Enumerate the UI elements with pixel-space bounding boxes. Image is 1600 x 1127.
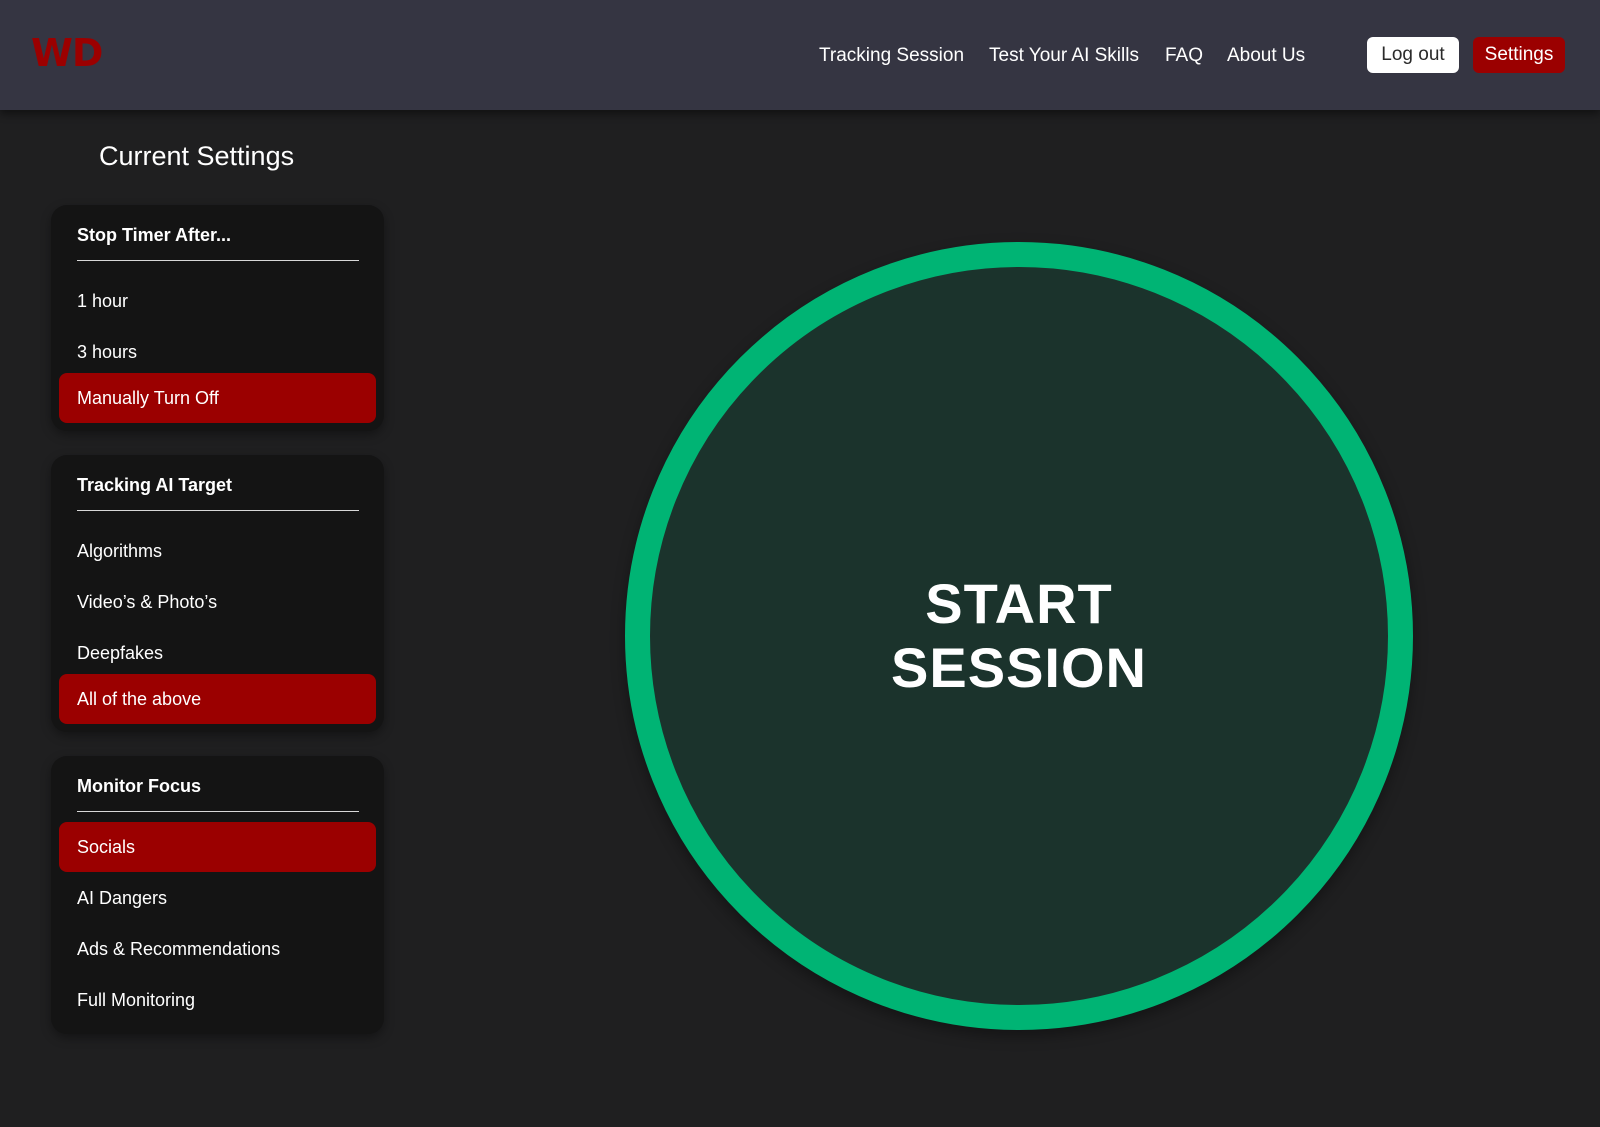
panel-heading-monitor-focus: Monitor Focus: [77, 774, 359, 812]
panel-tracking-ai-target: Tracking AI Target Algorithms Video’s & …: [51, 455, 384, 732]
logo[interactable]: WD: [31, 34, 103, 72]
option-full-monitoring[interactable]: Full Monitoring: [59, 975, 376, 1025]
option-all-of-the-above[interactable]: All of the above: [59, 674, 376, 724]
top-header: WD Tracking Session Test Your AI Skills …: [0, 0, 1600, 110]
sidebar-title: Current Settings: [99, 141, 295, 171]
logout-button[interactable]: Log out: [1367, 37, 1459, 73]
option-3-hours[interactable]: 3 hours: [59, 327, 376, 377]
panel-stop-timer: Stop Timer After... 1 hour 3 hours Manua…: [51, 205, 384, 431]
start-session-line-1: START: [925, 572, 1113, 635]
panel-heading-tracking-ai-target: Tracking AI Target: [77, 473, 359, 511]
nav-link-test-ai-skills[interactable]: Test Your AI Skills: [989, 45, 1139, 67]
nav-link-about-us[interactable]: About Us: [1227, 45, 1305, 67]
start-session-button[interactable]: START SESSION: [625, 242, 1413, 1030]
option-1-hour[interactable]: 1 hour: [59, 276, 376, 326]
option-deepfakes[interactable]: Deepfakes: [59, 628, 376, 678]
option-ads-recommendations[interactable]: Ads & Recommendations: [59, 924, 376, 974]
nav-link-tracking-session[interactable]: Tracking Session: [819, 45, 964, 67]
panel-heading-stop-timer: Stop Timer After...: [77, 223, 359, 261]
start-session-line-2: SESSION: [891, 636, 1147, 699]
option-manually-turn-off[interactable]: Manually Turn Off: [59, 373, 376, 423]
option-socials[interactable]: Socials: [59, 822, 376, 872]
option-ai-dangers[interactable]: AI Dangers: [59, 873, 376, 923]
settings-button[interactable]: Settings: [1473, 37, 1565, 73]
panel-monitor-focus: Monitor Focus Socials AI Dangers Ads & R…: [51, 756, 384, 1034]
start-session-label: START SESSION: [891, 572, 1147, 700]
nav-link-faq[interactable]: FAQ: [1165, 45, 1203, 67]
option-videos-photos[interactable]: Video’s & Photo’s: [59, 577, 376, 627]
option-algorithms[interactable]: Algorithms: [59, 526, 376, 576]
